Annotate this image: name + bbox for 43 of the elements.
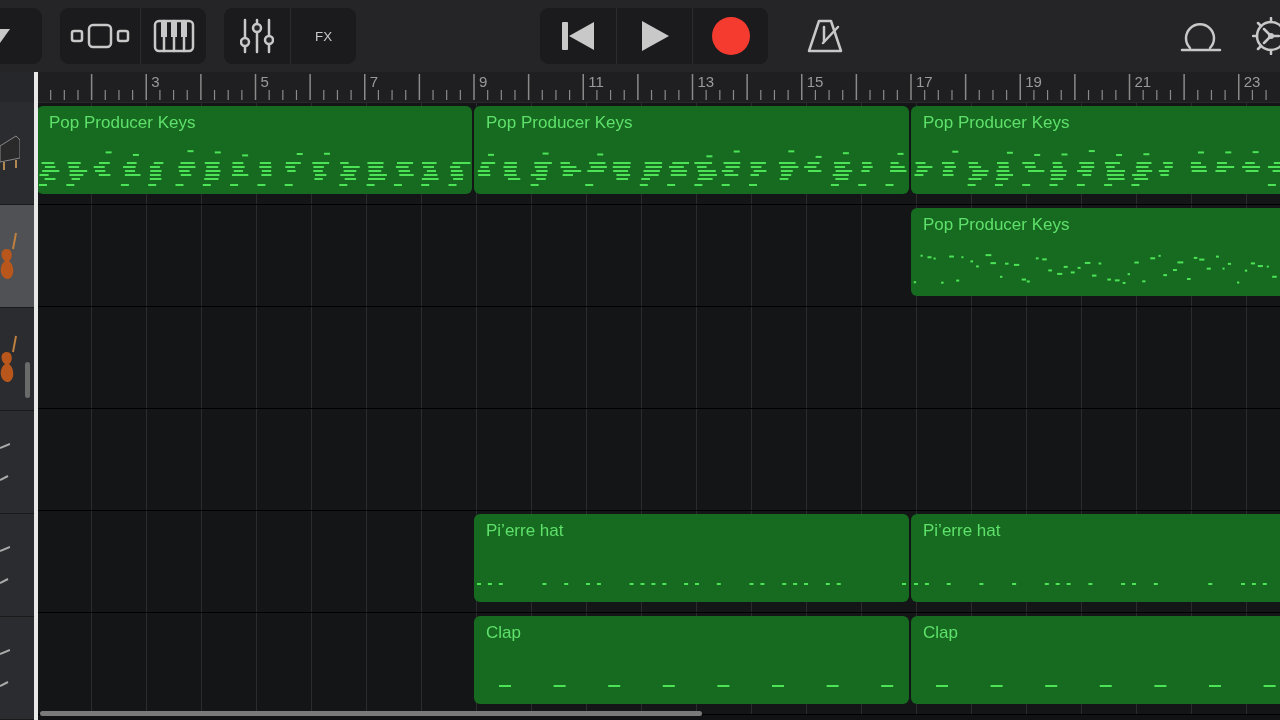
bar-number: 11 <box>587 72 605 90</box>
midi-region[interactable]: Pop Producer Keys <box>474 106 909 194</box>
bar-number: 23 <box>1242 72 1262 90</box>
midi-region[interactable]: Pop Producer Keys <box>911 106 1280 194</box>
drumsticks-icon <box>0 545 10 585</box>
bar-number: 5 <box>259 72 270 90</box>
midi-region[interactable]: Pop Producer Keys <box>911 208 1280 296</box>
region-name: Pop Producer Keys <box>485 113 633 133</box>
region-name: Clap <box>485 623 521 643</box>
midi-region[interactable]: Clap <box>474 616 909 704</box>
metronome-icon <box>807 18 843 54</box>
skip-back-icon <box>560 21 596 51</box>
bar-number: 13 <box>696 72 716 90</box>
horizontal-scrollbar[interactable] <box>40 711 702 716</box>
double-bass-icon <box>0 231 20 281</box>
drumsticks-icon <box>0 442 10 482</box>
region-name: Pop Producer Keys <box>48 113 196 133</box>
tracks-view-icon <box>70 22 130 50</box>
region-name: Pi’erre hat <box>922 521 1001 541</box>
midi-region[interactable]: Pop Producer Keys <box>37 106 472 194</box>
play-icon <box>639 20 670 52</box>
bar-number: 7 <box>368 72 380 90</box>
settings-icon <box>1252 17 1280 55</box>
double-bass-icon <box>0 334 20 384</box>
region-name: Pop Producer Keys <box>922 113 1070 133</box>
region-name: Pi’erre hat <box>485 521 564 541</box>
mixer-sliders-icon <box>240 18 274 54</box>
bar-number: 17 <box>915 72 934 90</box>
bar-number: 9 <box>478 72 489 90</box>
piano-keys-icon <box>152 19 195 53</box>
drumsticks-icon <box>0 648 10 688</box>
record-icon <box>711 17 750 55</box>
vertical-scrollbar[interactable] <box>25 362 30 398</box>
bar-number: 19 <box>1024 72 1043 90</box>
midi-region[interactable]: Pi’erre hat <box>911 514 1280 602</box>
region-name: Pop Producer Keys <box>922 215 1070 235</box>
midi-region[interactable]: Clap <box>911 616 1280 704</box>
timeline-ruler[interactable]: 3 5 7 9 11 13 15 17 19 21 23 <box>36 72 1280 103</box>
bar-number: 3 <box>150 72 161 90</box>
bar-number: 15 <box>805 72 825 90</box>
bar-number: 21 <box>1133 72 1153 90</box>
region-name: Clap <box>922 623 958 643</box>
midi-region[interactable]: Pi’erre hat <box>474 514 909 602</box>
